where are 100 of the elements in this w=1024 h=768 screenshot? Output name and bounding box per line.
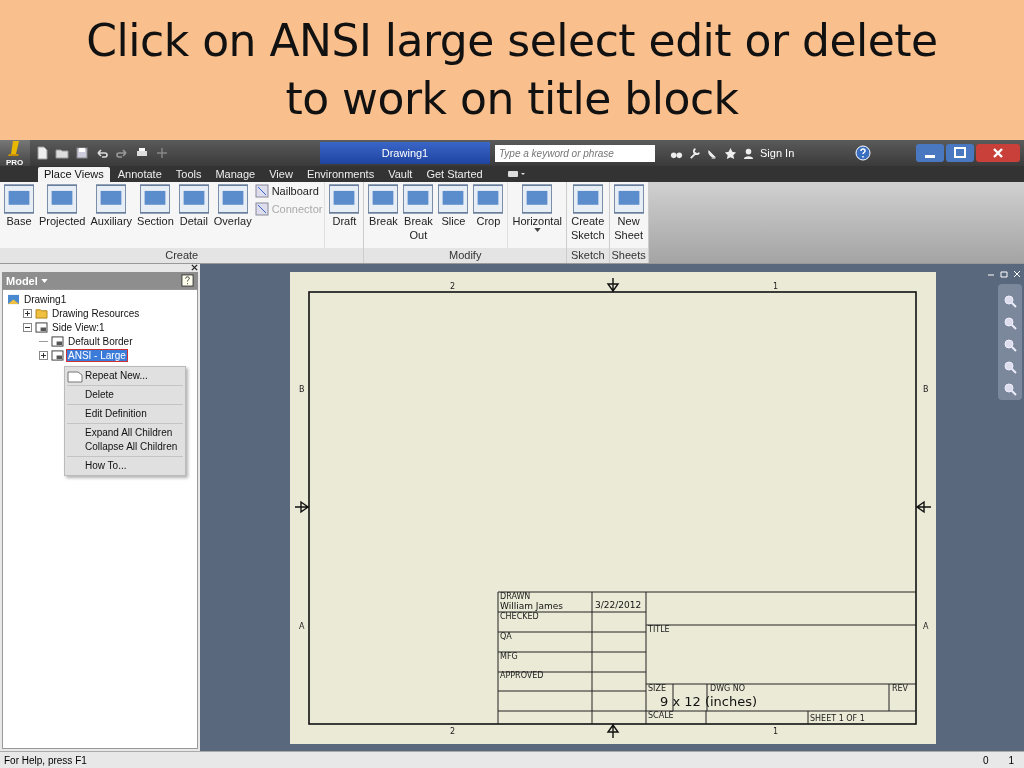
- ribbon-tab[interactable]: Tools: [169, 167, 208, 182]
- ribbon-button[interactable]: Crop: [471, 184, 506, 248]
- user-icon: [742, 146, 755, 160]
- ribbon-button[interactable]: Detail: [176, 184, 211, 248]
- ribbon-button[interactable]: Auxiliary: [88, 184, 135, 248]
- ribbon-tab[interactable]: Place Views: [38, 167, 110, 182]
- ribbon-button[interactable]: Horizontal: [510, 184, 564, 248]
- folder-icon[interactable]: [55, 146, 69, 160]
- app-menu-button[interactable]: PRO: [0, 140, 30, 166]
- search-field[interactable]: Type a keyword or phrase: [495, 144, 655, 162]
- field-label: CHECKED: [500, 612, 539, 621]
- expander-icon[interactable]: [39, 350, 48, 360]
- ribbon-tab[interactable]: Environments: [300, 167, 381, 182]
- status-value: 0: [982, 754, 989, 766]
- sheet-icon: [51, 349, 64, 361]
- new-file-icon[interactable]: [35, 146, 49, 160]
- caret-icon[interactable]: [40, 278, 48, 283]
- size-value: 9 x 12 (inches): [660, 694, 758, 709]
- redo-icon[interactable]: [115, 146, 129, 160]
- view-icon: [96, 184, 127, 214]
- zone-label: A: [923, 622, 929, 631]
- square-icon: [254, 184, 269, 198]
- ribbon-button[interactable]: New Sheet: [611, 184, 646, 248]
- zoom-tool-icon[interactable]: [1003, 316, 1017, 330]
- field-label: SIZE: [648, 684, 666, 693]
- status-value: 1: [1008, 754, 1014, 766]
- caret-icon: [533, 228, 541, 232]
- undo-icon[interactable]: [95, 146, 109, 160]
- field-label: QA: [500, 632, 512, 641]
- view-icon: [522, 184, 553, 214]
- zoom-tool-icon[interactable]: [1003, 360, 1017, 374]
- zone-label: 2: [450, 727, 456, 736]
- field-label: MFG: [500, 652, 518, 661]
- ribbon-tab[interactable]: Vault: [382, 167, 419, 182]
- expander-icon[interactable]: [23, 308, 32, 318]
- zoom-tool-icon[interactable]: [1003, 294, 1017, 308]
- field-label: DRAWN: [500, 592, 531, 601]
- slide-title: Click on ANSI large select edit or delete to work on title block: [85, 14, 939, 126]
- ribbon-button[interactable]: Slice: [436, 184, 471, 248]
- edition-label: PRO: [6, 158, 24, 167]
- ribbon-button[interactable]: Projected: [37, 184, 88, 248]
- view-icon: [47, 184, 78, 214]
- zone-label: B: [299, 385, 305, 394]
- view-icon: [438, 184, 469, 214]
- ribbon-button[interactable]: Create Sketch: [568, 184, 607, 248]
- view-icon: [217, 184, 248, 214]
- ribbon-button[interactable]: Base: [2, 184, 36, 248]
- sign-in-link[interactable]: Sign In: [760, 147, 840, 159]
- help-icon[interactable]: [181, 274, 194, 287]
- view-icon: [613, 184, 644, 214]
- ribbon-button[interactable]: Break: [366, 184, 401, 248]
- menu-item[interactable]: Delete: [65, 388, 185, 402]
- view-icon: [473, 184, 504, 214]
- view-icon: [368, 184, 399, 214]
- date-value: 3/22/2012: [595, 600, 642, 610]
- ribbon-tab[interactable]: Manage: [209, 167, 262, 182]
- status-text: For Help, press F1: [4, 754, 87, 766]
- close-icon[interactable]: [191, 264, 198, 271]
- ribbon-button[interactable]: Section: [135, 184, 176, 248]
- ribbon-button[interactable]: Nailboard: [254, 184, 323, 198]
- menu-item[interactable]: How To...: [65, 459, 185, 473]
- zone-label: 1: [773, 282, 779, 291]
- menu-item[interactable]: Edit Definition: [65, 407, 185, 421]
- star-icon[interactable]: [724, 146, 737, 160]
- zone-label: 2: [450, 282, 456, 291]
- square-icon: [254, 202, 269, 216]
- zone-label: B: [923, 385, 929, 394]
- close-button[interactable]: [976, 144, 1020, 162]
- menu-item[interactable]: Collapse All Children: [65, 440, 185, 454]
- ribbon-button[interactable]: Draft: [327, 184, 362, 248]
- ribbon-button[interactable]: Break Out: [401, 184, 436, 248]
- view-icon: [4, 184, 34, 214]
- window-controls-icon[interactable]: [986, 269, 1022, 279]
- wrench-icon[interactable]: [688, 146, 701, 160]
- ribbon-tab[interactable]: Annotate: [111, 167, 168, 182]
- menu-item[interactable]: Repeat New...: [65, 369, 185, 383]
- tree-item[interactable]: ANSI - Large: [67, 349, 127, 361]
- ribbon-tab[interactable]: View: [263, 167, 299, 182]
- zoom-tool-icon[interactable]: [1003, 338, 1017, 352]
- ribbon-tab[interactable]: Get Started: [420, 167, 489, 182]
- tree-item[interactable]: Default Border: [67, 335, 134, 347]
- tree-item[interactable]: Drawing Resources: [51, 307, 141, 319]
- minimize-button[interactable]: [916, 144, 944, 162]
- field-label: SCALE: [648, 711, 674, 720]
- panel-label: Create: [0, 248, 364, 263]
- menu-item[interactable]: Expand All Children: [65, 426, 185, 440]
- expander-icon[interactable]: [23, 322, 32, 332]
- field-label: REV: [892, 684, 909, 693]
- drawing-icon: [7, 293, 20, 305]
- field-label: SHEET 1 OF 1: [810, 714, 865, 723]
- ribbon-toggle-icon[interactable]: [506, 169, 527, 179]
- ribbon-button[interactable]: Overlay: [211, 184, 254, 248]
- field-label: TITLE: [648, 625, 670, 634]
- save-icon[interactable]: [75, 146, 89, 160]
- restore-button[interactable]: [946, 144, 974, 162]
- zoom-tool-icon[interactable]: [1003, 382, 1017, 396]
- view-icon: [403, 184, 434, 214]
- tree-item[interactable]: Drawing1: [23, 293, 68, 305]
- drawn-by-value: William James: [500, 601, 563, 611]
- tree-item[interactable]: Side View:1: [51, 321, 106, 333]
